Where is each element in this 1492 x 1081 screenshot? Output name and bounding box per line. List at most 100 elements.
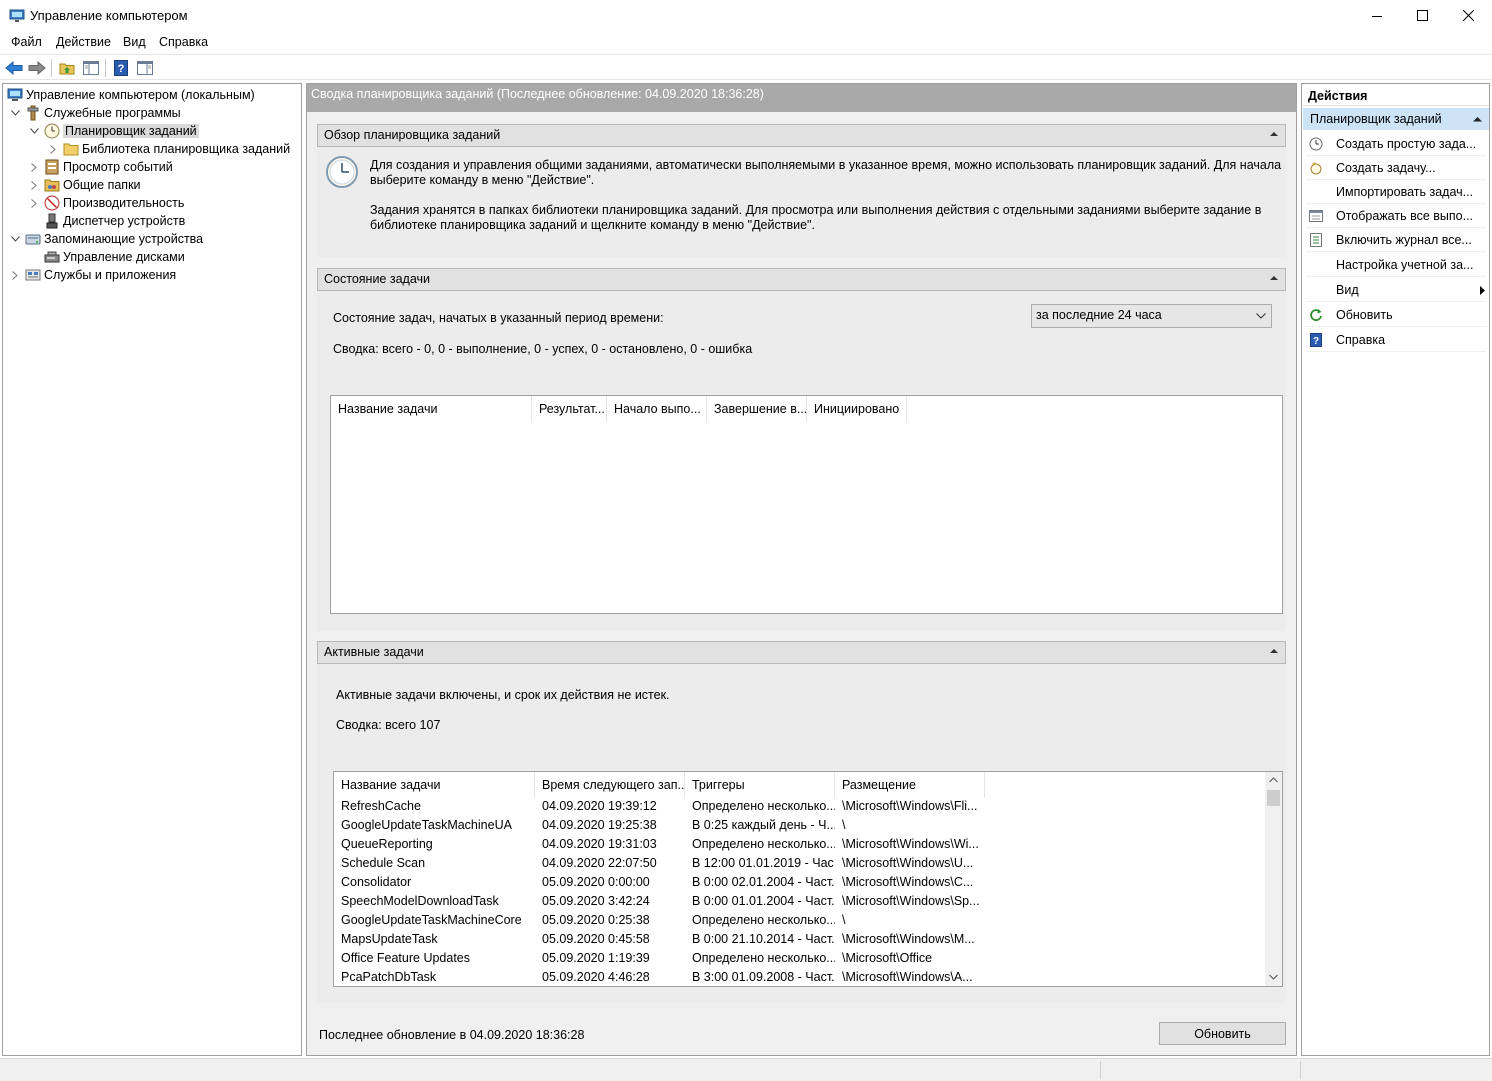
- collapse-icon[interactable]: [1270, 648, 1278, 654]
- table-cell[interactable]: 04.09.2020 19:25:38: [535, 816, 685, 835]
- table-cell[interactable]: В 0:00 21.10.2014 - Част...: [685, 930, 835, 949]
- chevron-right-icon[interactable]: [47, 143, 59, 155]
- tree-item-system-tools[interactable]: Служебные программы: [9, 104, 181, 122]
- chevron-right-icon[interactable]: [28, 161, 40, 173]
- action-view[interactable]: Вид: [1306, 278, 1486, 302]
- chevron-down-icon[interactable]: [9, 233, 21, 245]
- table-cell[interactable]: 05.09.2020 0:00:00: [535, 873, 685, 892]
- tree-item-device-manager[interactable]: Диспетчер устройств: [44, 212, 185, 230]
- column-header[interactable]: Время следующего зап...: [535, 772, 685, 798]
- tree-item-task-library[interactable]: Библиотека планировщика заданий: [47, 140, 290, 158]
- tree-item-services-apps[interactable]: Службы и приложения: [9, 266, 176, 284]
- column-header[interactable]: Начало выпо...: [607, 396, 707, 422]
- action-create-task[interactable]: Создать задачу...: [1306, 156, 1486, 180]
- table-cell[interactable]: Определено несколько...: [685, 797, 835, 816]
- table-cell[interactable]: Определено несколько...: [685, 835, 835, 854]
- close-button[interactable]: [1445, 0, 1491, 31]
- tree-item-task-scheduler[interactable]: Планировщик заданий: [28, 122, 199, 140]
- table-cell[interactable]: SpeechModelDownloadTask: [334, 892, 535, 911]
- menu-help[interactable]: Справка: [159, 35, 208, 49]
- action-help[interactable]: ? Справка: [1306, 328, 1486, 352]
- chevron-down-icon[interactable]: [9, 107, 21, 119]
- scroll-up-icon[interactable]: [1269, 777, 1278, 783]
- task-status-list[interactable]: Название задачи Результат... Начало выпо…: [330, 395, 1283, 614]
- table-cell[interactable]: \Microsoft\Windows\A...: [835, 968, 985, 986]
- table-cell[interactable]: \Microsoft\Windows\Sp...: [835, 892, 985, 911]
- tree-item-disk-management[interactable]: Управление дисками: [44, 248, 185, 266]
- actions-group-task-scheduler[interactable]: Планировщик заданий: [1303, 108, 1489, 130]
- maximize-button[interactable]: [1399, 0, 1445, 31]
- table-cell[interactable]: \Microsoft\Windows\U...: [835, 854, 985, 873]
- refresh-button[interactable]: Обновить: [1159, 1022, 1286, 1045]
- column-header[interactable]: Название задачи: [334, 772, 535, 798]
- table-cell[interactable]: 04.09.2020 22:07:50: [535, 854, 685, 873]
- up-folder-button[interactable]: [57, 58, 77, 78]
- chevron-right-icon[interactable]: [28, 179, 40, 191]
- tree-root[interactable]: Управление компьютером (локальным): [7, 86, 255, 104]
- table-cell[interactable]: GoogleUpdateTaskMachineUA: [334, 816, 535, 835]
- table-cell[interactable]: Consolidator: [334, 873, 535, 892]
- show-hide-action-pane-button[interactable]: [135, 58, 155, 78]
- table-cell[interactable]: Schedule Scan: [334, 854, 535, 873]
- table-cell[interactable]: Определено несколько...: [685, 949, 835, 968]
- column-header[interactable]: Название задачи: [331, 396, 532, 422]
- table-cell[interactable]: RefreshCache: [334, 797, 535, 816]
- table-cell[interactable]: 04.09.2020 19:31:03: [535, 835, 685, 854]
- status-period-select[interactable]: за последние 24 часа: [1031, 304, 1272, 328]
- table-cell[interactable]: В 0:00 02.01.2004 - Част...: [685, 873, 835, 892]
- collapse-icon[interactable]: [1270, 275, 1278, 281]
- table-cell[interactable]: \: [835, 816, 985, 835]
- scrollbar-thumb[interactable]: [1267, 790, 1280, 806]
- table-cell[interactable]: Определено несколько...: [685, 911, 835, 930]
- column-header[interactable]: Размещение: [835, 772, 985, 798]
- tree-item-shared-folders[interactable]: Общие папки: [28, 176, 141, 194]
- back-button[interactable]: [4, 58, 24, 78]
- column-header[interactable]: Завершение в...: [707, 396, 807, 422]
- table-cell[interactable]: \Microsoft\Windows\M...: [835, 930, 985, 949]
- table-cell[interactable]: В 12:00 01.01.2019 - Час...: [685, 854, 835, 873]
- column-header[interactable]: Инициировано: [807, 396, 907, 422]
- column-header[interactable]: Результат...: [532, 396, 607, 422]
- action-enable-history[interactable]: Включить журнал все...: [1306, 228, 1486, 252]
- tree-item-performance[interactable]: Производительность: [28, 194, 184, 212]
- action-refresh[interactable]: Обновить: [1306, 303, 1486, 327]
- vertical-scrollbar[interactable]: [1265, 772, 1282, 986]
- table-cell[interactable]: \: [835, 911, 985, 930]
- table-cell[interactable]: \Microsoft\Windows\Wi...: [835, 835, 985, 854]
- action-account-settings[interactable]: Настройка учетной за...: [1306, 253, 1486, 277]
- table-cell[interactable]: QueueReporting: [334, 835, 535, 854]
- table-cell[interactable]: 05.09.2020 0:45:58: [535, 930, 685, 949]
- table-cell[interactable]: Office Feature Updates: [334, 949, 535, 968]
- menu-action[interactable]: Действие: [56, 35, 111, 49]
- table-cell[interactable]: GoogleUpdateTaskMachineCore: [334, 911, 535, 930]
- help-button[interactable]: ?: [111, 58, 131, 78]
- tree-item-event-viewer[interactable]: Просмотр событий: [28, 158, 173, 176]
- table-cell[interactable]: PcaPatchDbTask: [334, 968, 535, 986]
- table-cell[interactable]: 04.09.2020 19:39:12: [535, 797, 685, 816]
- table-cell[interactable]: \Microsoft\Office: [835, 949, 985, 968]
- menu-file[interactable]: Файл: [11, 35, 42, 49]
- table-cell[interactable]: 05.09.2020 1:19:39: [535, 949, 685, 968]
- table-cell[interactable]: В 3:00 01.09.2008 - Част...: [685, 968, 835, 986]
- show-hide-tree-button[interactable]: [81, 58, 101, 78]
- collapse-icon[interactable]: [1270, 131, 1278, 137]
- action-create-basic-task[interactable]: Создать простую зада...: [1306, 132, 1486, 156]
- table-cell[interactable]: В 0:00 01.01.2004 - Част...: [685, 892, 835, 911]
- table-cell[interactable]: 05.09.2020 0:25:38: [535, 911, 685, 930]
- chevron-right-icon[interactable]: [28, 197, 40, 209]
- action-display-running[interactable]: Отображать все выпо...: [1306, 204, 1486, 228]
- task-status-section-header[interactable]: Состояние задачи: [317, 268, 1286, 291]
- minimize-button[interactable]: [1354, 0, 1400, 31]
- table-cell[interactable]: 05.09.2020 4:46:28: [535, 968, 685, 986]
- column-header[interactable]: Триггеры: [685, 772, 835, 798]
- table-cell[interactable]: MapsUpdateTask: [334, 930, 535, 949]
- scroll-down-icon[interactable]: [1269, 974, 1278, 980]
- chevron-right-icon[interactable]: [9, 269, 21, 281]
- table-cell[interactable]: \Microsoft\Windows\C...: [835, 873, 985, 892]
- forward-button[interactable]: [27, 58, 47, 78]
- table-cell[interactable]: 05.09.2020 3:42:24: [535, 892, 685, 911]
- table-cell[interactable]: В 0:25 каждый день - Ч...: [685, 816, 835, 835]
- collapse-icon[interactable]: [1473, 116, 1482, 122]
- active-tasks-list[interactable]: Название задачи Время следующего зап... …: [333, 771, 1283, 987]
- action-import-task[interactable]: Импортировать задач...: [1306, 180, 1486, 204]
